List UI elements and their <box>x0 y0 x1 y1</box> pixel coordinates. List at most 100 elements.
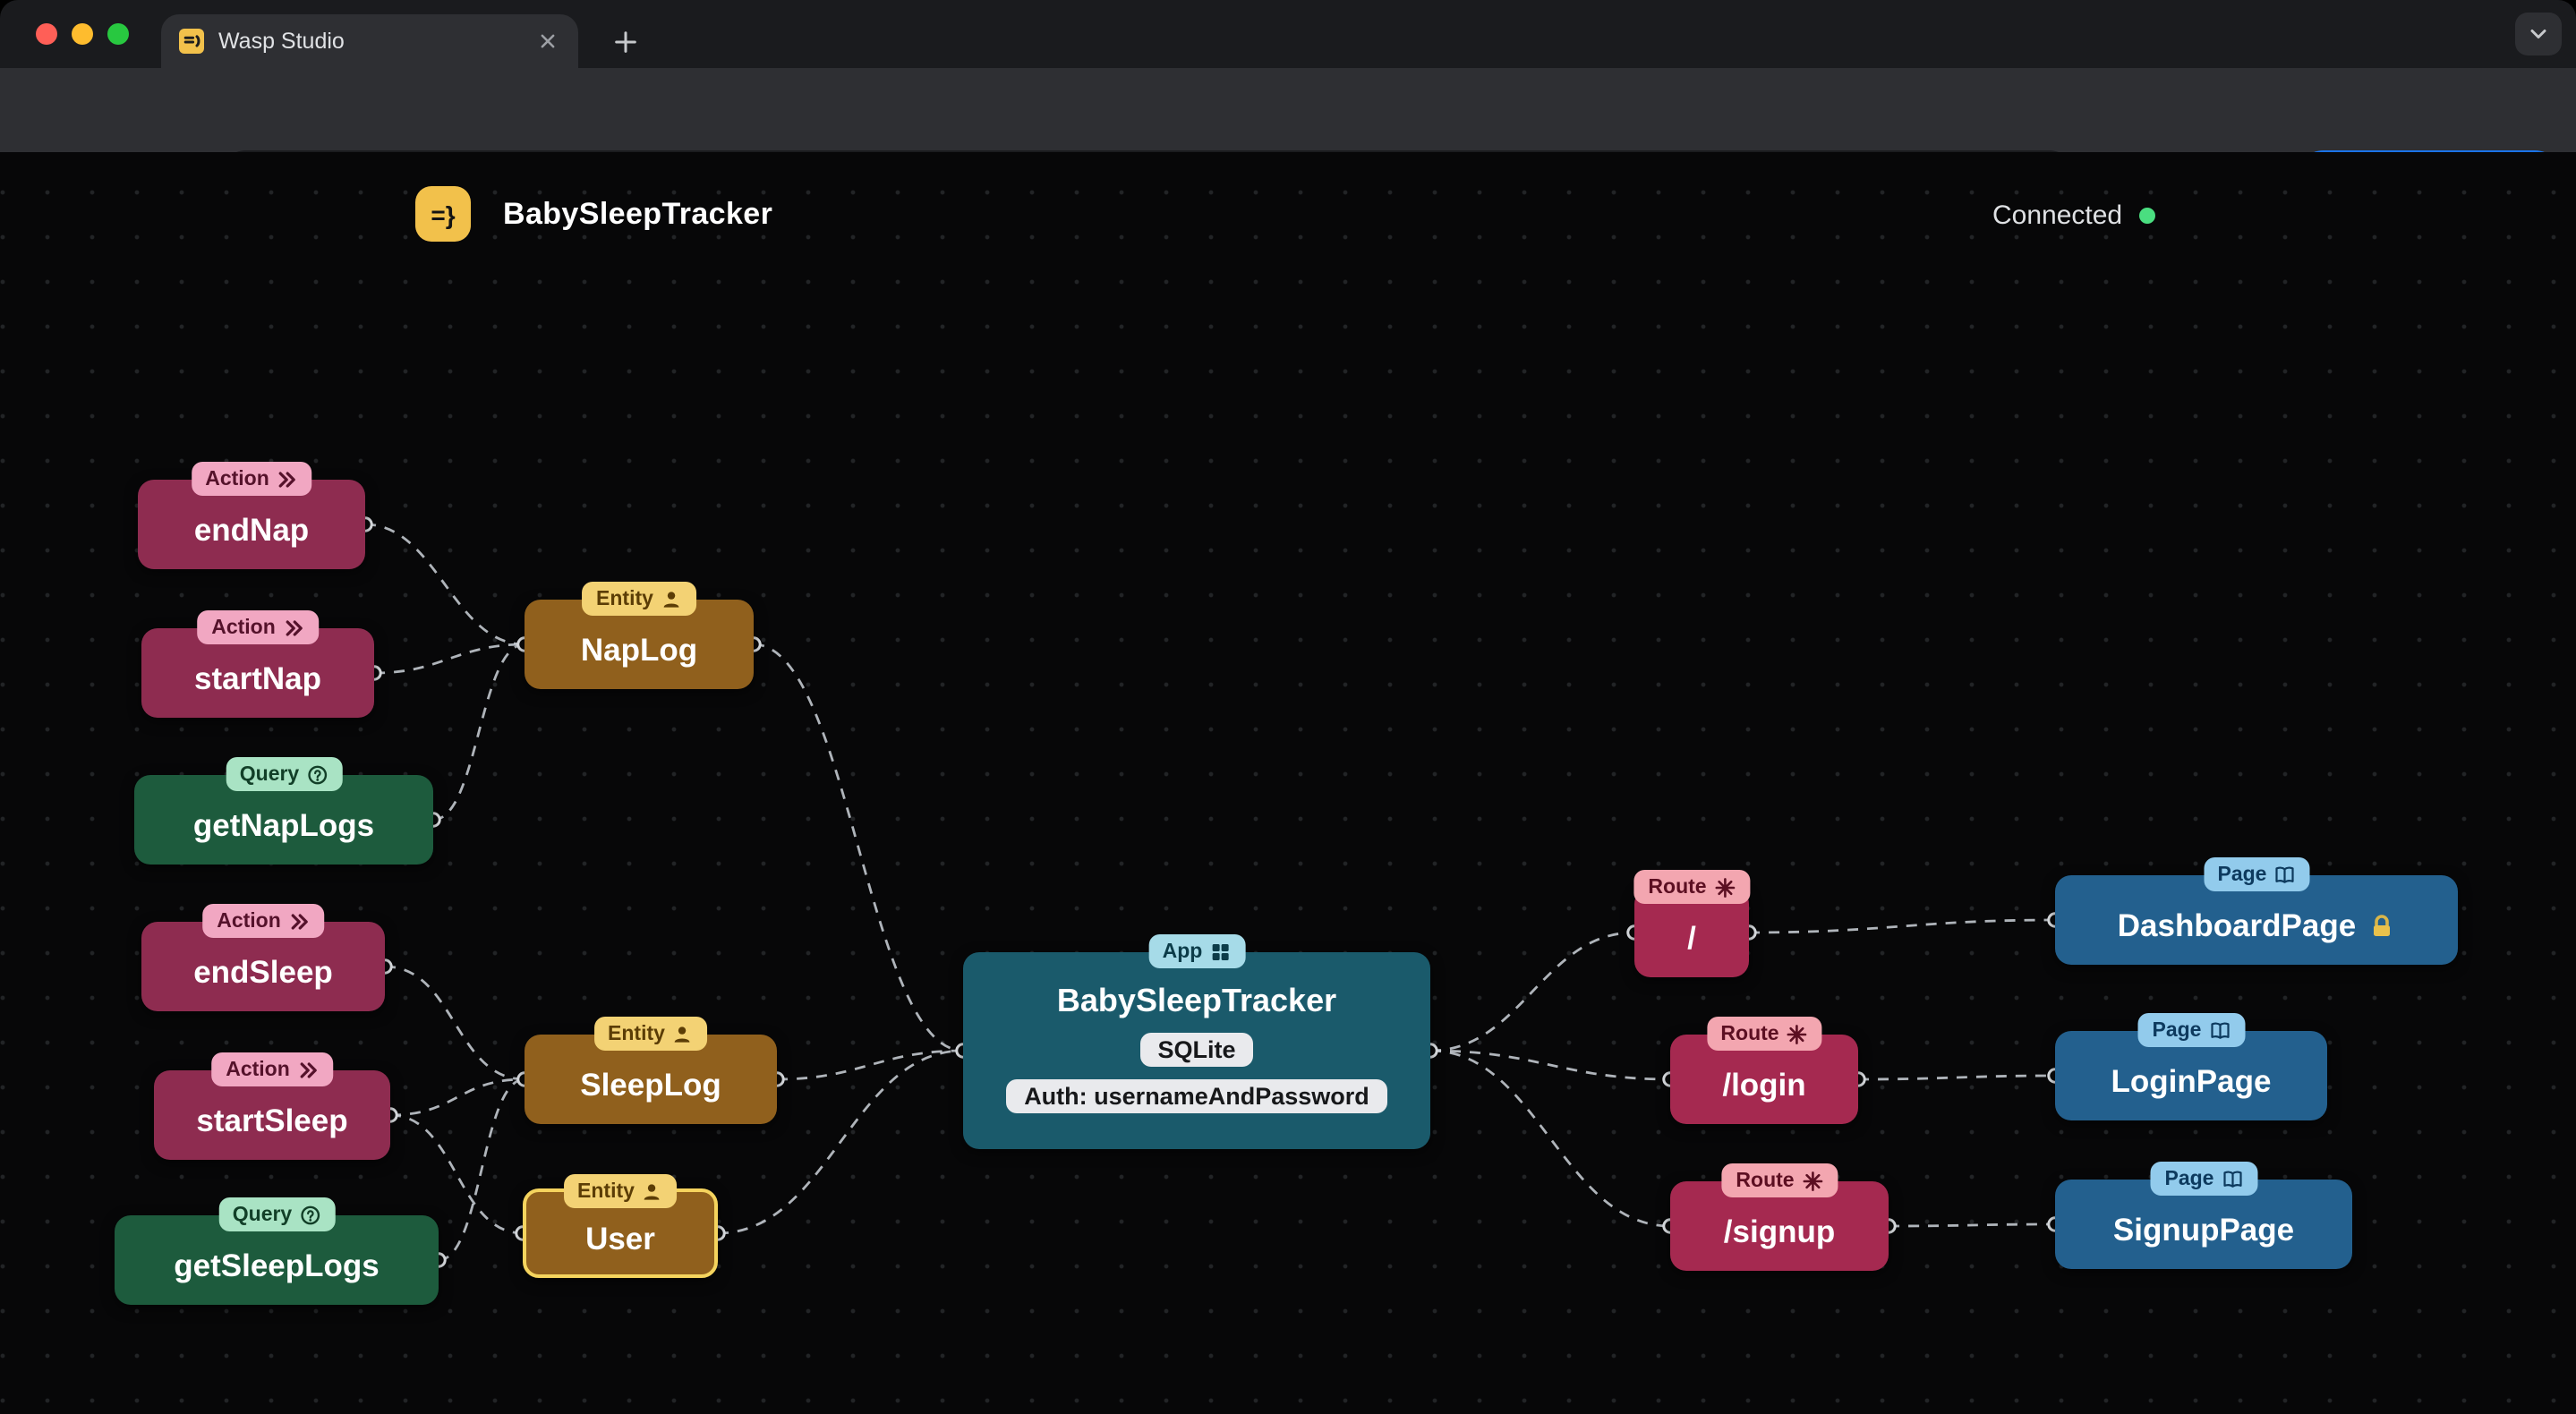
browser-window: Wasp Studio =} BabySleepTracker Connecte… <box>0 0 2576 1414</box>
chevron-down-icon <box>2530 30 2546 38</box>
node-title: getNapLogs <box>192 807 375 843</box>
page-title: BabySleepTracker <box>503 197 773 231</box>
query-badge: Query <box>225 757 343 791</box>
burst-icon <box>1802 1171 1822 1190</box>
browser-toolbar: localhost:4000 Incognito Relaunch to upd… <box>0 68 2576 206</box>
book-icon <box>2275 865 2294 882</box>
badge-label: Action <box>205 468 269 490</box>
route-badge: Route <box>1721 1163 1838 1197</box>
node-SignupPage[interactable]: Page SignupPage <box>2055 1162 2352 1269</box>
database-chip: SQLite <box>1139 1033 1254 1067</box>
node-DashboardPage[interactable]: Page DashboardPage <box>2055 857 2458 965</box>
route-badge: Route <box>1706 1017 1822 1051</box>
node-getSleepLogs[interactable]: Query getSleepLogs <box>115 1197 439 1305</box>
node-SleepLog[interactable]: Entity SleepLog <box>525 1017 777 1124</box>
badge-label: Query <box>232 1204 293 1225</box>
node-title: NapLog <box>580 632 698 668</box>
page-badge: Page <box>2203 857 2310 891</box>
badge-label: Query <box>239 763 300 785</box>
browser-tab[interactable]: Wasp Studio <box>161 14 578 68</box>
action-badge: Action <box>202 904 324 938</box>
connected-dot <box>2138 208 2155 224</box>
query-badge: Query <box>218 1197 336 1231</box>
grid-icon <box>1212 943 1229 959</box>
tab-strip: Wasp Studio <box>0 0 2576 68</box>
node-endSleep[interactable]: Action endSleep <box>141 904 385 1011</box>
badge-label: Entity <box>608 1023 665 1044</box>
action-badge: Action <box>197 610 319 644</box>
question-circle-icon <box>300 1205 320 1224</box>
connection-status: Connected <box>1992 200 2155 231</box>
node-title: /signup <box>1723 1214 1836 1249</box>
close-icon <box>541 34 555 48</box>
lock-icon <box>2374 915 2391 936</box>
badge-label: Route <box>1736 1170 1795 1191</box>
node-title: startSleep <box>196 1103 348 1138</box>
badge-label: Route <box>1648 876 1707 898</box>
badge-label: Action <box>217 910 281 932</box>
tab-search-button[interactable] <box>2515 13 2562 55</box>
action-badge: Action <box>211 1052 333 1086</box>
person-icon <box>675 1026 691 1042</box>
badge-label: Page <box>2152 1019 2202 1041</box>
node-NapLog[interactable]: Entity NapLog <box>525 582 754 689</box>
entity-badge: Entity <box>563 1174 678 1208</box>
tab-favicon-icon <box>179 29 204 54</box>
new-tab-button[interactable] <box>603 20 646 63</box>
node-startSleep[interactable]: Action startSleep <box>154 1052 390 1160</box>
badge-label: Entity <box>577 1180 635 1202</box>
node-title: LoginPage <box>2111 1063 2272 1099</box>
node-title: / <box>1687 920 1696 956</box>
node-title: getSleepLogs <box>174 1248 380 1283</box>
book-icon <box>2222 1170 2241 1187</box>
node-title: /login <box>1722 1067 1806 1103</box>
node-endNap[interactable]: Action endNap <box>138 462 365 569</box>
node-route-login[interactable]: Route /login <box>1670 1017 1858 1124</box>
node-route-signup[interactable]: Route /signup <box>1670 1163 1889 1271</box>
book-icon <box>2210 1021 2229 1038</box>
node-startNap[interactable]: Action startNap <box>141 610 374 718</box>
tab-close-icon[interactable] <box>535 29 560 54</box>
maximize-window-button[interactable] <box>107 23 129 45</box>
badge-label: Action <box>226 1059 290 1080</box>
node-title: BabySleepTracker <box>1056 983 1337 1018</box>
node-title: endSleep <box>193 954 333 990</box>
double-chevron-icon <box>291 913 308 929</box>
page-badge: Page <box>2150 1162 2257 1196</box>
node-app-BabySleepTracker[interactable]: App BabySleepTracker SQLite Auth: userna… <box>963 934 1430 1149</box>
node-title: startNap <box>194 660 321 696</box>
page-badge: Page <box>2137 1013 2245 1047</box>
burst-icon <box>1714 877 1735 897</box>
graph-canvas[interactable]: =} BabySleepTracker Connected Action end… <box>0 152 2576 1414</box>
badge-label: Entity <box>596 588 653 609</box>
double-chevron-icon <box>300 1061 317 1078</box>
badge-label: Page <box>2217 864 2267 885</box>
node-title: SleepLog <box>580 1067 721 1103</box>
minimize-window-button[interactable] <box>72 23 93 45</box>
node-title: DashboardPage <box>2118 907 2395 945</box>
double-chevron-icon <box>279 471 296 487</box>
node-title: User <box>585 1221 655 1256</box>
entity-badge: Entity <box>582 582 696 616</box>
route-badge: Route <box>1633 870 1750 904</box>
node-User[interactable]: Entity User <box>523 1174 718 1278</box>
node-title-text: DashboardPage <box>2117 907 2357 943</box>
badge-label: Action <box>211 617 276 638</box>
double-chevron-icon <box>286 619 303 635</box>
tab-title: Wasp Studio <box>218 29 345 54</box>
badge-label: App <box>1162 941 1203 962</box>
node-title: SignupPage <box>2112 1212 2295 1248</box>
entity-badge: Entity <box>593 1017 708 1051</box>
action-badge: Action <box>191 462 312 496</box>
wasp-logo: =} <box>415 186 471 242</box>
node-route-root[interactable]: Route / <box>1633 870 1750 977</box>
app-badge: App <box>1147 934 1246 968</box>
close-window-button[interactable] <box>36 23 57 45</box>
node-LoginPage[interactable]: Page LoginPage <box>2055 1013 2327 1120</box>
node-title: endNap <box>193 512 310 548</box>
person-icon <box>644 1183 661 1199</box>
plus-icon <box>614 30 635 52</box>
node-getNapLogs[interactable]: Query getNapLogs <box>134 757 433 865</box>
connection-label: Connected <box>1992 200 2123 231</box>
badge-label: Page <box>2164 1168 2214 1189</box>
